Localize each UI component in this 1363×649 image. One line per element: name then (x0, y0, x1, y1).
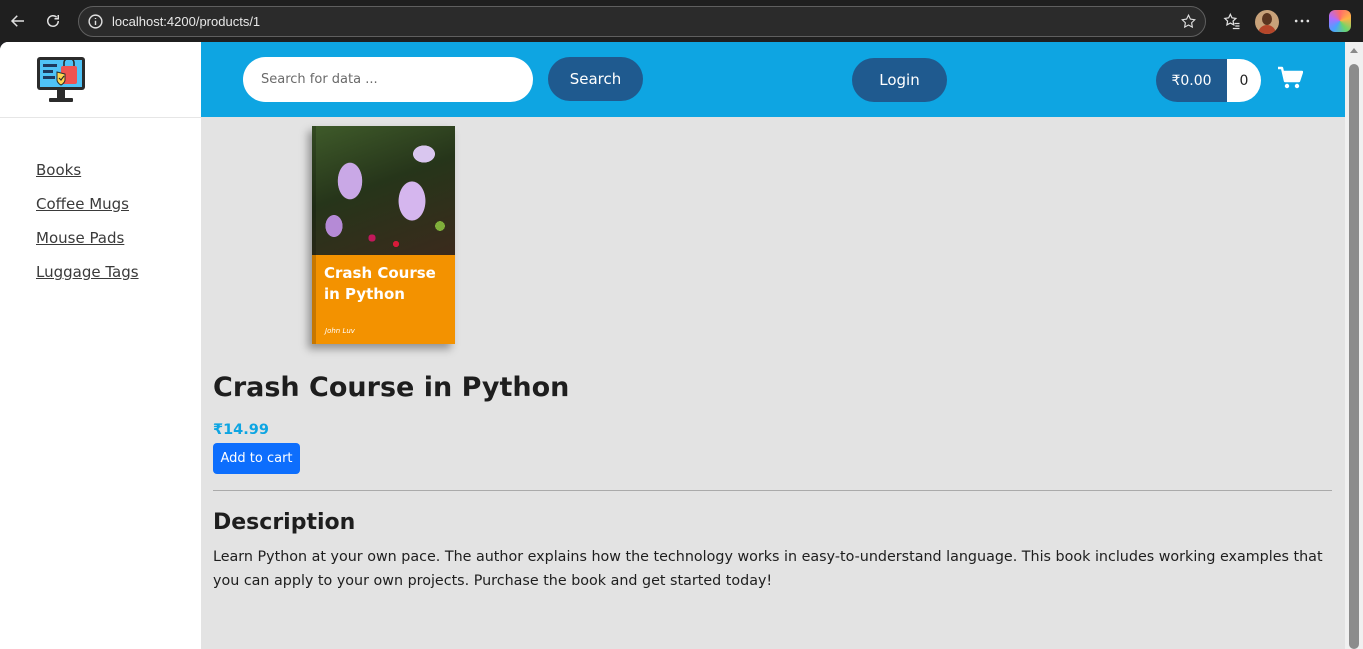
product-detail: Crash Course in Python John Luv Crash Co… (201, 117, 1345, 649)
cover-title: Crash Course in Python (324, 264, 436, 303)
reload-icon (47, 15, 59, 27)
description-heading: Description (213, 510, 356, 535)
sidebar-item-coffee-mugs[interactable]: Coffee Mugs (36, 195, 129, 213)
reload-button[interactable] (40, 8, 66, 34)
product-title: Crash Course in Python (213, 372, 570, 403)
browser-chrome: localhost:4200/products/1 (0, 0, 1363, 42)
sidebar-item-books[interactable]: Books (36, 161, 81, 179)
product-price: ₹14.99 (213, 422, 269, 438)
cover-author: John Luv (325, 327, 355, 335)
scroll-up-arrow-icon[interactable] (1350, 48, 1358, 53)
cover-band: Crash Course in Python John Luv (312, 255, 455, 344)
sidebar-item-mouse-pads[interactable]: Mouse Pads (36, 229, 124, 247)
favorites-list-icon (1223, 12, 1240, 30)
url-text: localhost:4200/products/1 (112, 14, 261, 29)
store-logo-icon[interactable] (35, 54, 87, 106)
search-button[interactable]: Search (548, 57, 643, 101)
sidebar-item-luggage-tags[interactable]: Luggage Tags (36, 263, 139, 281)
login-button[interactable]: Login (852, 58, 947, 102)
favorite-star-icon[interactable] (1180, 13, 1197, 30)
divider (213, 490, 1332, 491)
cover-photo (312, 126, 455, 255)
page-scrollbar[interactable] (1345, 42, 1363, 649)
description-text: Learn Python at your own pace. The autho… (213, 549, 1323, 589)
top-header: Search Login ₹0.00 0 (201, 42, 1345, 117)
cart-count: 0 (1227, 59, 1261, 102)
back-button[interactable] (5, 8, 31, 34)
logo-area (0, 42, 201, 117)
product-image: Crash Course in Python John Luv (312, 126, 455, 344)
favorites-button[interactable] (1221, 10, 1243, 32)
search-input[interactable] (243, 57, 533, 102)
more-dots-icon (1294, 19, 1310, 23)
scrollbar-thumb[interactable] (1349, 64, 1359, 649)
book-spine (312, 126, 316, 344)
cart-summary[interactable]: ₹0.00 0 (1156, 59, 1261, 102)
shopping-cart-icon[interactable] (1277, 66, 1303, 90)
info-icon[interactable] (87, 13, 104, 30)
web-page: Search Login ₹0.00 0 Books Coffee Mugs M… (0, 42, 1345, 649)
cart-total: ₹0.00 (1156, 59, 1227, 102)
profile-avatar[interactable] (1255, 10, 1279, 34)
address-bar[interactable]: localhost:4200/products/1 (78, 6, 1206, 37)
more-menu-button[interactable] (1291, 10, 1313, 32)
back-arrow-icon (10, 15, 24, 27)
category-sidebar: Books Coffee Mugs Mouse Pads Luggage Tag… (0, 117, 201, 649)
add-to-cart-button[interactable]: Add to cart (213, 443, 300, 474)
copilot-icon[interactable] (1329, 10, 1351, 32)
